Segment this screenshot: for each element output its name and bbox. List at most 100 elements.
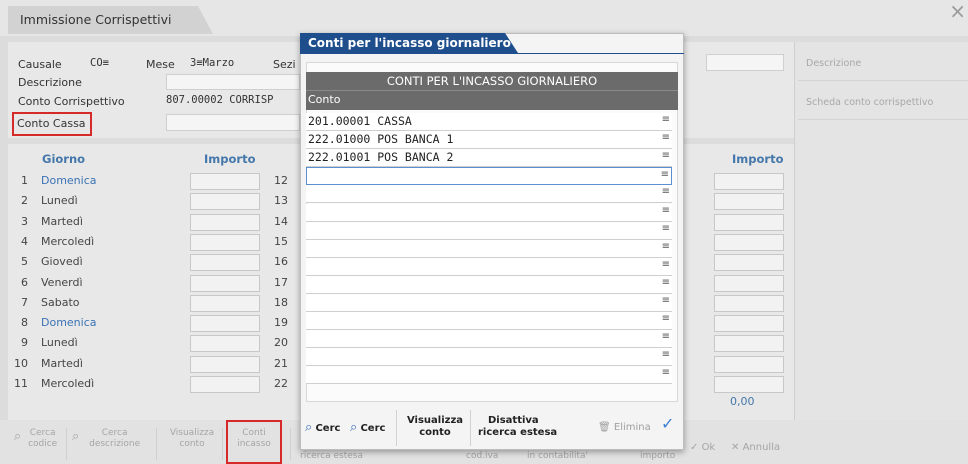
importo-field[interactable] xyxy=(714,254,784,272)
importo-field[interactable] xyxy=(190,335,260,353)
menu-icon[interactable]: ≡ xyxy=(662,367,670,378)
importo-field[interactable] xyxy=(190,355,260,373)
menu-icon[interactable]: ≡ xyxy=(662,295,670,306)
importo-field[interactable] xyxy=(190,213,260,231)
cerca-descrizione-toolbar-button[interactable]: ⌕ Cerca descrizione xyxy=(72,428,150,450)
conto-row[interactable]: ≡ xyxy=(306,167,672,186)
menu-icon[interactable]: ≡ xyxy=(662,313,670,324)
conto-row[interactable]: 201.00001 CASSA ≡ xyxy=(306,113,672,131)
importo-field[interactable] xyxy=(714,376,784,393)
conto-row[interactable]: ≡ xyxy=(306,239,672,258)
cerca-codice-button[interactable]: ⌕ Cerc xyxy=(305,421,340,435)
dialog-title-line xyxy=(300,53,684,54)
conto-row-text: 222.01000 POS BANCA 1 xyxy=(308,132,454,147)
annulla-label: Annulla xyxy=(742,442,781,453)
conto-row[interactable]: ≡ xyxy=(306,330,672,349)
menu-icon[interactable]: ≡ xyxy=(662,114,670,125)
cerca-descrizione-button[interactable]: ⌕ Cerc xyxy=(350,420,385,435)
annulla-button[interactable]: ✕ Annulla xyxy=(731,442,780,453)
window-title-tab: Immissione Corrispettivi xyxy=(8,6,213,34)
importo-toolbar-button[interactable]: importo xyxy=(640,451,675,462)
toolbar-label: Cerca xyxy=(101,428,128,438)
day-number: 2 xyxy=(21,194,28,208)
confirm-check-button[interactable]: ✓ xyxy=(661,416,674,432)
ricerca-estesa-toolbar-button[interactable]: ricerca estesa xyxy=(300,451,363,462)
importo-field[interactable] xyxy=(714,294,784,312)
menu-icon[interactable]: ≡ xyxy=(662,277,670,288)
importo-field[interactable] xyxy=(714,335,784,353)
menu-icon[interactable]: ≡ xyxy=(662,331,670,342)
side-descrizione-button[interactable]: Descrizione xyxy=(806,58,861,69)
check-icon: ✓ xyxy=(690,442,702,453)
ricerca-estesa-label: ricerca estesa xyxy=(478,427,558,438)
importo-field[interactable] xyxy=(190,254,260,272)
search-icon: ⌕ xyxy=(350,420,358,435)
menu-icon[interactable]: ≡ xyxy=(662,186,670,197)
right-field[interactable] xyxy=(706,54,784,71)
conto-row[interactable]: ≡ xyxy=(306,294,672,312)
importo-field[interactable] xyxy=(714,213,784,231)
menu-icon[interactable]: ≡ xyxy=(662,349,670,360)
cod-iva-toolbar-button[interactable]: cod.iva xyxy=(466,451,498,462)
importo-field[interactable] xyxy=(190,376,260,393)
conto-row[interactable]: ≡ xyxy=(306,185,672,204)
day-number: 8 xyxy=(21,316,28,330)
giorno-header: Giorno xyxy=(42,152,86,166)
cerca-codice-toolbar-button[interactable]: ⌕ Cerca codice xyxy=(14,428,64,450)
conto-row[interactable]: ≡ xyxy=(306,366,672,385)
mese-label: Mese xyxy=(146,58,175,71)
mese-field[interactable]: 3≡Marzo xyxy=(190,57,234,69)
sezione-label: Sezi xyxy=(273,58,296,71)
menu-icon[interactable]: ≡ xyxy=(662,223,670,234)
importo-field[interactable] xyxy=(190,193,260,211)
importo-field[interactable] xyxy=(190,274,260,292)
menu-icon[interactable]: ≡ xyxy=(661,169,669,180)
side-scheda-button[interactable]: Scheda conto corrispettivo xyxy=(806,97,933,108)
visualizza-conto-toolbar-button[interactable]: Visualizza conto xyxy=(164,428,220,450)
conto-cassa-field[interactable] xyxy=(166,114,300,131)
descrizione-field[interactable] xyxy=(166,74,300,90)
importo-field[interactable] xyxy=(190,233,260,251)
conto-row[interactable]: ≡ xyxy=(306,203,672,222)
day-name: Mercoledì xyxy=(41,234,95,248)
causale-label: Causale xyxy=(18,58,62,71)
ok-button[interactable]: ✓ Ok xyxy=(690,442,715,453)
toolbar-label: Cerca xyxy=(29,428,56,438)
day-name: Giovedì xyxy=(41,255,83,269)
visualizza-label: Visualizza xyxy=(406,415,464,426)
importo-field[interactable] xyxy=(714,274,784,292)
importo-field[interactable] xyxy=(714,173,784,190)
conto-corrispettivo-field[interactable]: 807.00002 CORRISP xyxy=(166,94,273,106)
conto-label: conto xyxy=(419,427,451,438)
menu-icon[interactable]: ≡ xyxy=(662,132,670,143)
day-number: 10 xyxy=(14,356,28,370)
in-contabilita-toolbar-button[interactable]: in contabilita' xyxy=(527,451,588,462)
importo-field[interactable] xyxy=(714,315,784,333)
menu-icon[interactable]: ≡ xyxy=(662,241,670,252)
conto-row[interactable]: ≡ xyxy=(306,312,672,331)
menu-icon[interactable]: ≡ xyxy=(662,150,670,161)
importo-field[interactable] xyxy=(714,193,784,211)
disattiva-ricerca-button[interactable]: Disattiva ricerca estesa xyxy=(478,415,564,439)
visualizza-conto-button[interactable]: Visualizza conto xyxy=(405,415,465,439)
conto-row[interactable]: 222.01000 POS BANCA 1 ≡ xyxy=(306,131,672,150)
conto-row[interactable]: ≡ xyxy=(306,275,672,294)
importo-field[interactable] xyxy=(190,294,260,312)
importo-field[interactable] xyxy=(714,233,784,251)
menu-icon[interactable]: ≡ xyxy=(662,259,670,270)
day-number: 22 xyxy=(274,377,288,390)
trash-icon: 🗑 xyxy=(598,422,611,433)
importo-field[interactable] xyxy=(190,173,260,190)
conto-row[interactable]: ≡ xyxy=(306,348,672,367)
table-header-divider xyxy=(306,90,678,91)
importo-field[interactable] xyxy=(714,355,784,373)
causale-field[interactable]: CO≡ xyxy=(90,57,109,69)
close-icon[interactable]: × xyxy=(949,1,966,21)
conto-row[interactable]: 222.01001 POS BANCA 2 ≡ xyxy=(306,149,672,168)
conto-row[interactable]: ≡ xyxy=(306,257,672,276)
dialog-title-tab: Conti per l'incasso giornaliero xyxy=(300,33,518,53)
menu-icon[interactable]: ≡ xyxy=(662,205,670,216)
importo-field[interactable] xyxy=(190,315,260,333)
elimina-button[interactable]: 🗑 Elimina xyxy=(598,422,651,434)
conto-row[interactable]: ≡ xyxy=(306,221,672,240)
